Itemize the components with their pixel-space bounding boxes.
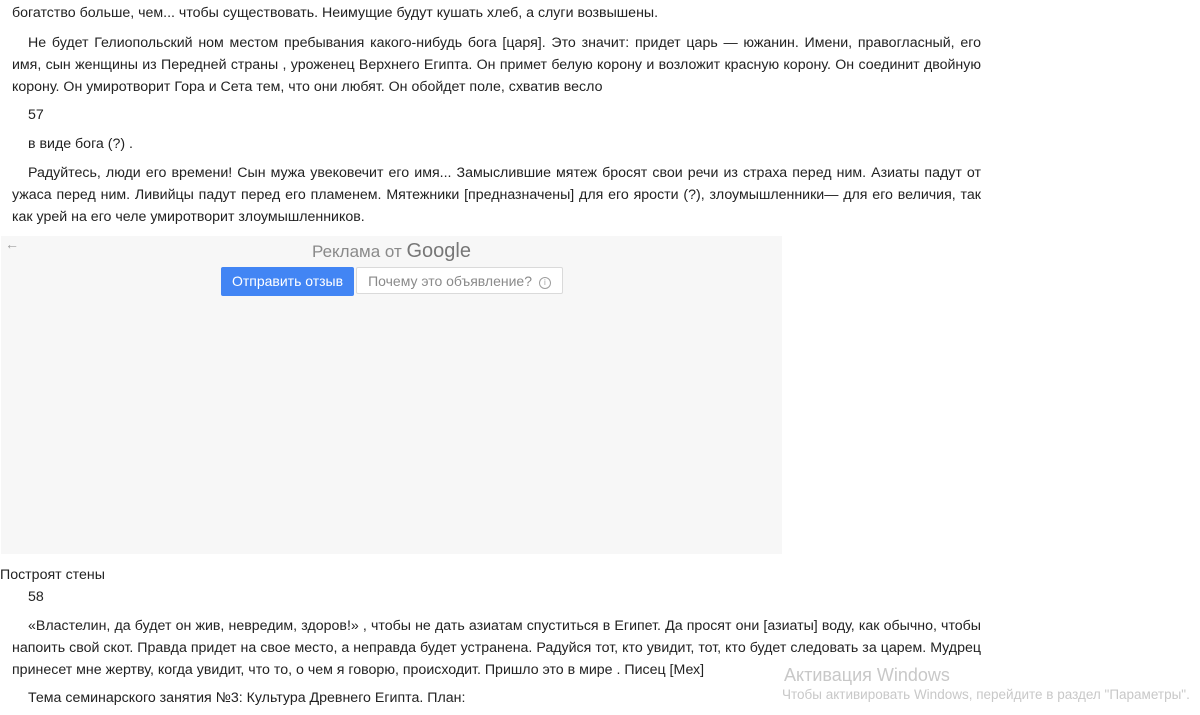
send-feedback-button[interactable]: Отправить отзыв: [221, 267, 354, 296]
page-number-58: 58: [28, 589, 44, 605]
windows-activation-title: Активация Windows: [784, 665, 950, 685]
google-logo: Google: [406, 240, 472, 262]
windows-activation-subtitle: Чтобы активировать Windows, перейдите в …: [782, 687, 1190, 702]
seminar-topic-heading: Тема семинарского занятия №3: Культура Д…: [28, 690, 466, 706]
why-this-ad-button[interactable]: Почему это объявление? i: [356, 267, 563, 294]
ad-title: Реклама от Google: [1, 240, 782, 263]
ad-title-prefix: Реклама от: [311, 242, 402, 261]
paragraph-heliopolis: Не будет Гелиопольский ном местом пребыв…: [12, 35, 981, 95]
info-icon: i: [538, 277, 551, 289]
paragraph-god-form: в виде бога (?) .: [28, 136, 133, 152]
paragraph-walls: Построят стены: [0, 567, 105, 583]
page-number-57: 57: [28, 107, 44, 123]
paragraph-rejoice: Радуйтесь, люди его времени! Сын мужа ув…: [12, 165, 981, 225]
paragraph-wealth: богатство больше, чем... чтобы существов…: [12, 5, 659, 21]
why-this-ad-label: Почему это объявление?: [368, 273, 533, 289]
google-ad-block: ← Реклама от Google Отправить отзыв Поче…: [1, 236, 782, 554]
